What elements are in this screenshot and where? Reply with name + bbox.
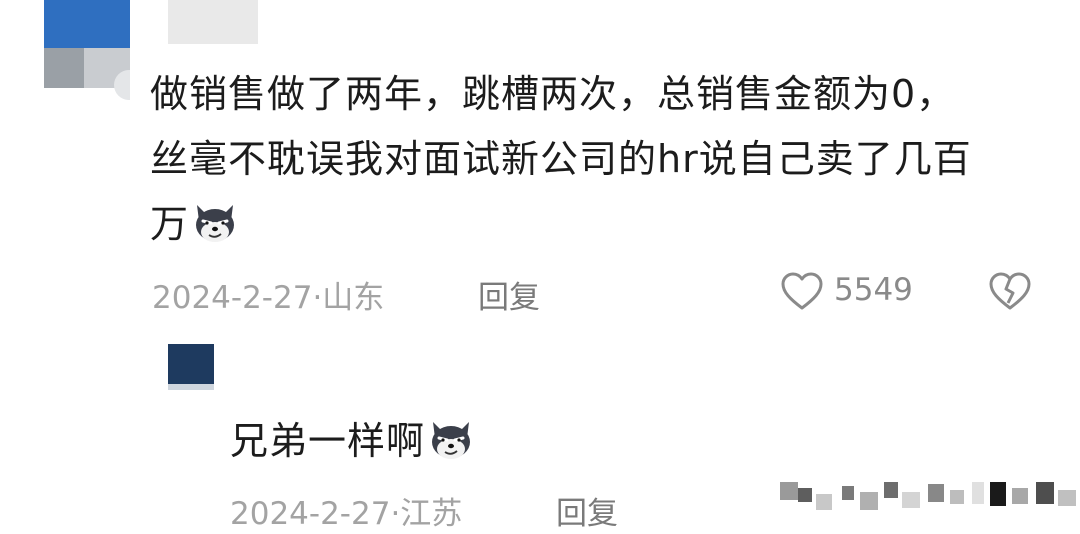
- meta-separator: ·: [390, 496, 401, 532]
- heart-outline-icon[interactable]: [780, 272, 824, 312]
- comment-line-2: 丝毫不耽误我对面试新公司的hr说自己卖了几百: [150, 137, 972, 181]
- meta-separator: ·: [312, 280, 323, 316]
- replier-avatar[interactable]: [168, 344, 214, 390]
- smirking-wolf-emoji-icon: [432, 422, 471, 459]
- commenter-name-blurred[interactable]: [168, 0, 258, 44]
- smirking-wolf-emoji-icon: [196, 205, 235, 242]
- comment-line-3-text: 万: [150, 202, 190, 246]
- reply-text: 兄弟一样啊: [230, 410, 475, 472]
- comment-line-1: 做销售做了两年，跳槽两次，总销售金额为0，: [150, 72, 956, 116]
- comment-text: 做销售做了两年，跳槽两次，总销售金额为0， 丝毫不耽误我对面试新公司的hr说自己…: [150, 62, 1030, 257]
- commenter-avatar[interactable]: [44, 0, 130, 100]
- comment-date: 2024-2-27: [152, 280, 313, 316]
- reply-date: 2024-2-27: [230, 496, 391, 532]
- comment-location: 山东: [322, 280, 385, 316]
- like-count: 5549: [834, 272, 913, 308]
- comment-line-3: 万: [150, 192, 1030, 257]
- reply-location: 江苏: [400, 496, 463, 532]
- redacted-mosaic: [780, 478, 1080, 518]
- reply-text-content: 兄弟一样啊: [230, 419, 426, 463]
- comment-meta: 2024-2-27·山东: [152, 272, 384, 317]
- comment-reply-button[interactable]: 回复: [478, 272, 540, 317]
- reply-reply-button[interactable]: 回复: [556, 488, 618, 533]
- reply-meta: 2024-2-27·江苏: [230, 488, 462, 533]
- broken-heart-icon[interactable]: [988, 272, 1032, 312]
